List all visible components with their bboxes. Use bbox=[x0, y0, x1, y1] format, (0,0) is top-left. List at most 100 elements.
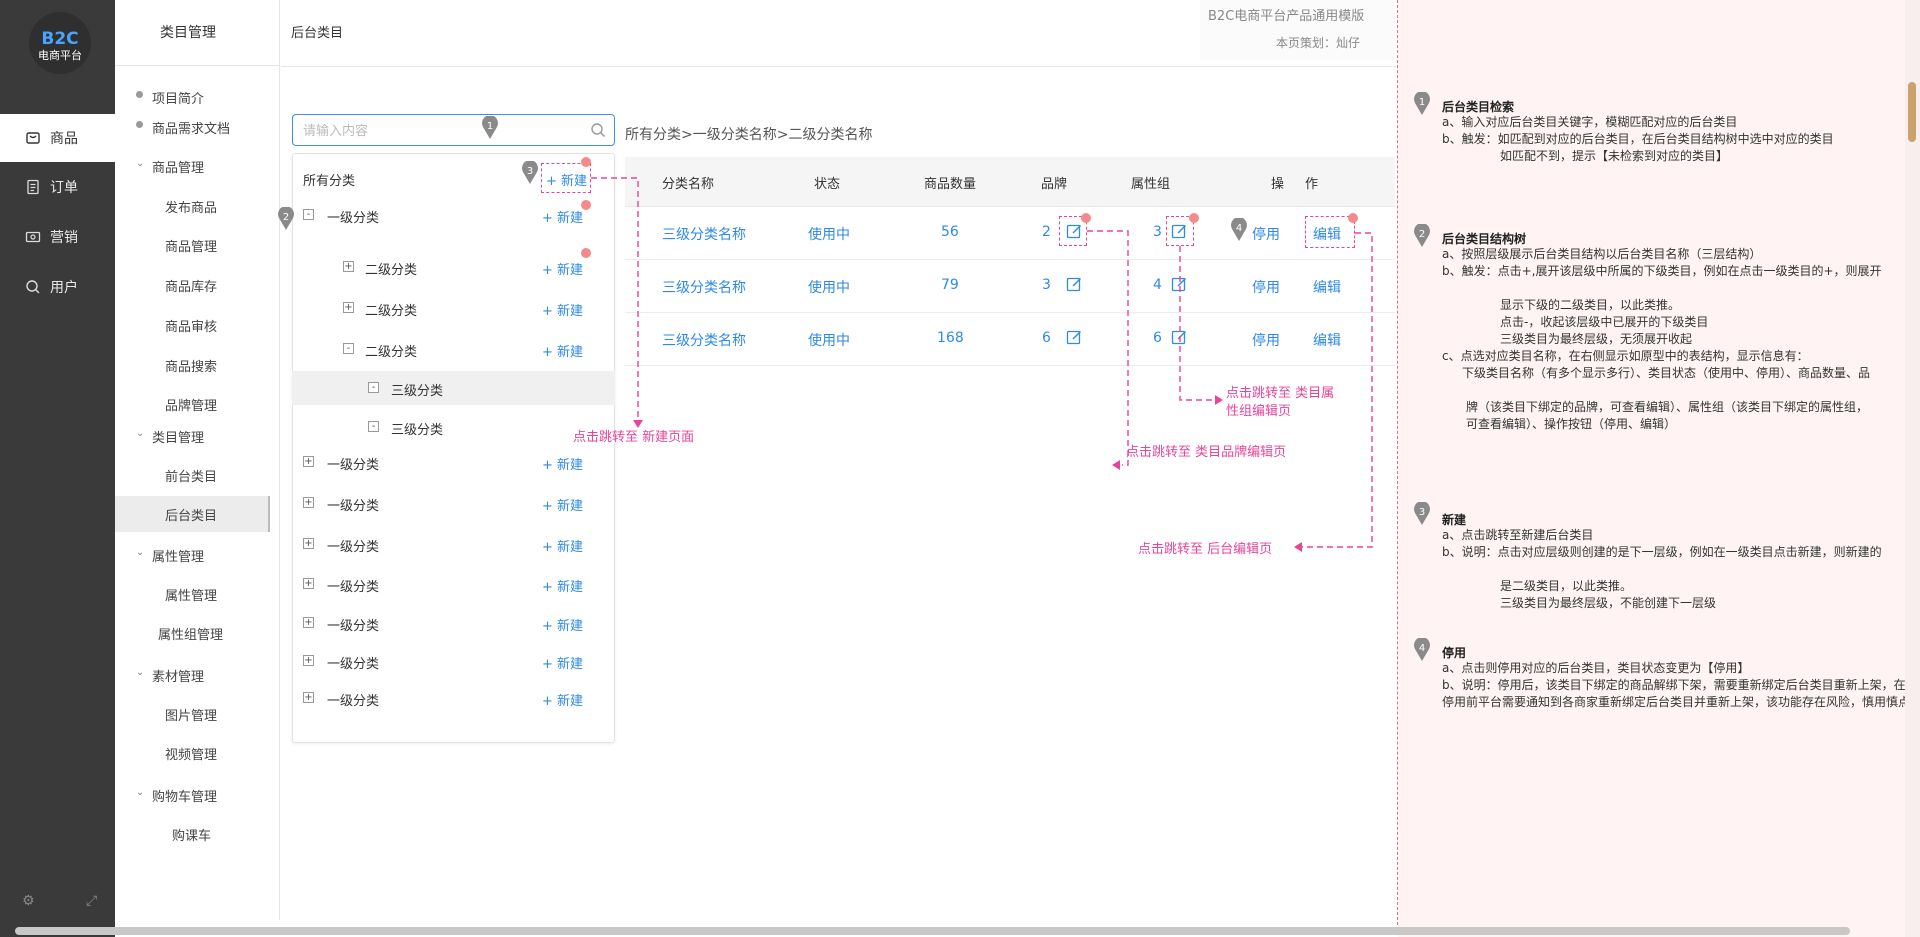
nav-item-attribute-group-management[interactable]: 属性组管理 bbox=[158, 624, 223, 643]
nav-item-goods-review[interactable]: 商品审核 bbox=[165, 316, 217, 335]
tree-row-label[interactable]: 一级分类 bbox=[327, 615, 379, 634]
note-line: 可查看编辑）、操作按钮（停用、编辑） bbox=[1466, 417, 1677, 431]
svg-text:1: 1 bbox=[1419, 97, 1425, 108]
order-icon bbox=[27, 179, 39, 195]
note-pin-1: 1 bbox=[1414, 92, 1430, 115]
note-line: 三级类目为最终层级，无须展开收起 bbox=[1500, 332, 1693, 346]
nav-item-backend-category[interactable]: 后台类目 bbox=[165, 505, 217, 524]
logo-title: B2C bbox=[41, 29, 79, 49]
note-pin-2: 2 bbox=[1414, 224, 1430, 247]
tree-new-button[interactable]: + 新建 bbox=[542, 690, 583, 709]
note-line: b、触发：点击+,展开该层级中所属的下级类目，例如在点击一级类目的+，则展开 bbox=[1442, 264, 1882, 278]
rail-item-marketing[interactable]: 营销 bbox=[0, 213, 115, 261]
marketing-icon bbox=[25, 231, 41, 243]
svg-text:4: 4 bbox=[1419, 643, 1425, 654]
rail-item-users[interactable]: 用户 bbox=[0, 263, 115, 311]
svg-text:4: 4 bbox=[1236, 223, 1242, 234]
nav-item-requirements-doc[interactable]: 商品需求文档 bbox=[136, 118, 230, 137]
svg-text:2: 2 bbox=[1419, 229, 1425, 240]
note-line: b、说明：点击对应层级则创建的是下一层级，例如在一级类目点击新建，则新建的 bbox=[1442, 545, 1882, 559]
prototype-planner: 本页策划：灿仔 bbox=[1276, 36, 1361, 50]
rail-item-label: 营销 bbox=[50, 230, 78, 246]
svg-text:1: 1 bbox=[487, 121, 493, 132]
expand-toggle[interactable]: + bbox=[303, 655, 314, 666]
sub-navigation-title: 类目管理 bbox=[160, 25, 216, 41]
bullet-icon bbox=[136, 91, 143, 98]
tree-new-button[interactable]: + 新建 bbox=[542, 653, 583, 672]
prototype-title: B2C电商平台产品通用模版 bbox=[1208, 9, 1365, 24]
nav-group-cart-management[interactable]: ⌄ 购物车管理 bbox=[136, 786, 217, 805]
svg-text:3: 3 bbox=[527, 166, 533, 177]
annotation-new-page: 点击跳转至 新建页面 bbox=[573, 430, 695, 445]
note-line: b、说明：停用后，该类目下绑定的商品解绑下架，需要重新绑定后台类目重新上架，在停… bbox=[1442, 678, 1911, 709]
annotation-attr-page-line2: 性组编辑页 bbox=[1226, 404, 1292, 419]
note-pin-3: 3 bbox=[1414, 502, 1430, 525]
nav-item-frontend-category[interactable]: 前台类目 bbox=[165, 466, 217, 485]
rail-item-orders[interactable]: 订单 bbox=[0, 163, 115, 211]
chevron-down-icon: ⌄ bbox=[136, 158, 145, 169]
note-line: 牌（该类目下绑定的品牌，可查看编辑）、属性组（该类目下绑定的属性组， bbox=[1466, 400, 1869, 414]
note-line: 点击-，收起该层级中已展开的下级类目 bbox=[1500, 315, 1709, 329]
svg-text:3: 3 bbox=[1419, 507, 1425, 518]
tree-row[interactable]: + 一级分类 + 新建 bbox=[292, 644, 615, 678]
logo: B2C 电商平台 bbox=[29, 12, 91, 74]
annotation-connectors bbox=[591, 177, 1373, 552]
note-line: 显示下级的二级类目，以此类推。 bbox=[1500, 298, 1681, 312]
annotation-edit-page: 点击跳转至 后台编辑页 bbox=[1138, 542, 1273, 557]
notes-panel-top bbox=[1398, 0, 1920, 70]
expand-toggle[interactable]: + bbox=[303, 692, 314, 703]
chevron-down-icon: ⌄ bbox=[136, 547, 145, 558]
note-title: 停用 bbox=[1442, 646, 1467, 660]
nav-item-brand-management[interactable]: 品牌管理 bbox=[165, 395, 217, 414]
nav-group-material-management[interactable]: ⌄ 素材管理 bbox=[136, 666, 204, 685]
nav-item-project-intro[interactable]: 项目简介 bbox=[136, 88, 204, 107]
fullscreen-icon[interactable]: ⤢ bbox=[86, 893, 102, 909]
rail-item-label: 订单 bbox=[50, 180, 78, 196]
expand-toggle[interactable]: + bbox=[303, 617, 314, 628]
tree-row[interactable]: + 一级分类 + 新建 bbox=[292, 681, 615, 715]
rail-item-label: 商品 bbox=[50, 131, 78, 147]
nav-item-course-cart[interactable]: 购课车 bbox=[172, 825, 211, 844]
nav-group-category-management[interactable]: ⌄ 类目管理 bbox=[136, 427, 204, 446]
sub-navigation bbox=[115, 0, 280, 920]
notes-panel bbox=[1398, 70, 1920, 937]
nav-group-attribute-management[interactable]: ⌄ 属性管理 bbox=[136, 546, 204, 565]
note-line: c、点选对应类目名称，在右侧显示如原型中的表结构，显示信息有： bbox=[1442, 349, 1809, 363]
header-divider bbox=[281, 66, 1396, 67]
tree-row-label[interactable]: 一级分类 bbox=[327, 690, 379, 709]
vertical-scrollbar[interactable] bbox=[1908, 82, 1916, 142]
rail-item-goods[interactable]: 商品 bbox=[0, 114, 115, 162]
notes-divider bbox=[1397, 0, 1398, 925]
nav-item-attribute-management[interactable]: 属性管理 bbox=[165, 585, 217, 604]
cart-icon bbox=[26, 132, 40, 144]
note-line: 如匹配不到，提示【未检索到对应的类目】 bbox=[1500, 149, 1729, 163]
nav-item-goods-management[interactable]: 商品管理 bbox=[165, 236, 217, 255]
tree-new-button[interactable]: + 新建 bbox=[542, 615, 583, 634]
rail-item-label: 用户 bbox=[50, 280, 78, 296]
chevron-down-icon: ⌄ bbox=[136, 667, 145, 678]
nav-item-video-management[interactable]: 视频管理 bbox=[165, 744, 217, 763]
bullet-icon bbox=[136, 121, 143, 128]
note-pin-4: 4 bbox=[1414, 638, 1430, 661]
tree-row[interactable]: + 一级分类 + 新建 bbox=[292, 606, 615, 640]
settings-icon[interactable]: ⚙ bbox=[22, 893, 38, 909]
note-title: 后台类目检索 bbox=[1442, 100, 1515, 114]
nav-item-image-management[interactable]: 图片管理 bbox=[165, 705, 217, 724]
tree-row-label[interactable]: 一级分类 bbox=[327, 653, 379, 672]
annotation-pin-1: 1 bbox=[482, 116, 498, 139]
note-line: a、点击跳转至新建后台类目 bbox=[1442, 528, 1594, 542]
note-line: 三级类目为最终层级，不能创建下一层级 bbox=[1500, 596, 1717, 610]
nav-item-goods-stock[interactable]: 商品库存 bbox=[165, 276, 217, 295]
annotation-attr-page-line1: 点击跳转至 类目属 bbox=[1226, 386, 1335, 401]
annotation-brand-page: 点击跳转至 类目品牌编辑页 bbox=[1126, 445, 1287, 460]
user-icon bbox=[26, 280, 40, 294]
logo-subtitle: 电商平台 bbox=[38, 49, 82, 62]
note-title: 后台类目结构树 bbox=[1442, 232, 1527, 246]
nav-item-goods-search[interactable]: 商品搜索 bbox=[165, 356, 217, 375]
active-item-indicator bbox=[268, 496, 270, 532]
nav-item-publish-goods[interactable]: 发布商品 bbox=[165, 197, 217, 216]
horizontal-scrollbar[interactable] bbox=[15, 927, 1850, 935]
note-line: a、点击则停用对应的后台类目，类目状态变更为【停用】 bbox=[1442, 661, 1750, 675]
chevron-down-icon: ⌄ bbox=[136, 787, 145, 798]
nav-group-goods-management[interactable]: ⌄ 商品管理 bbox=[136, 157, 204, 176]
